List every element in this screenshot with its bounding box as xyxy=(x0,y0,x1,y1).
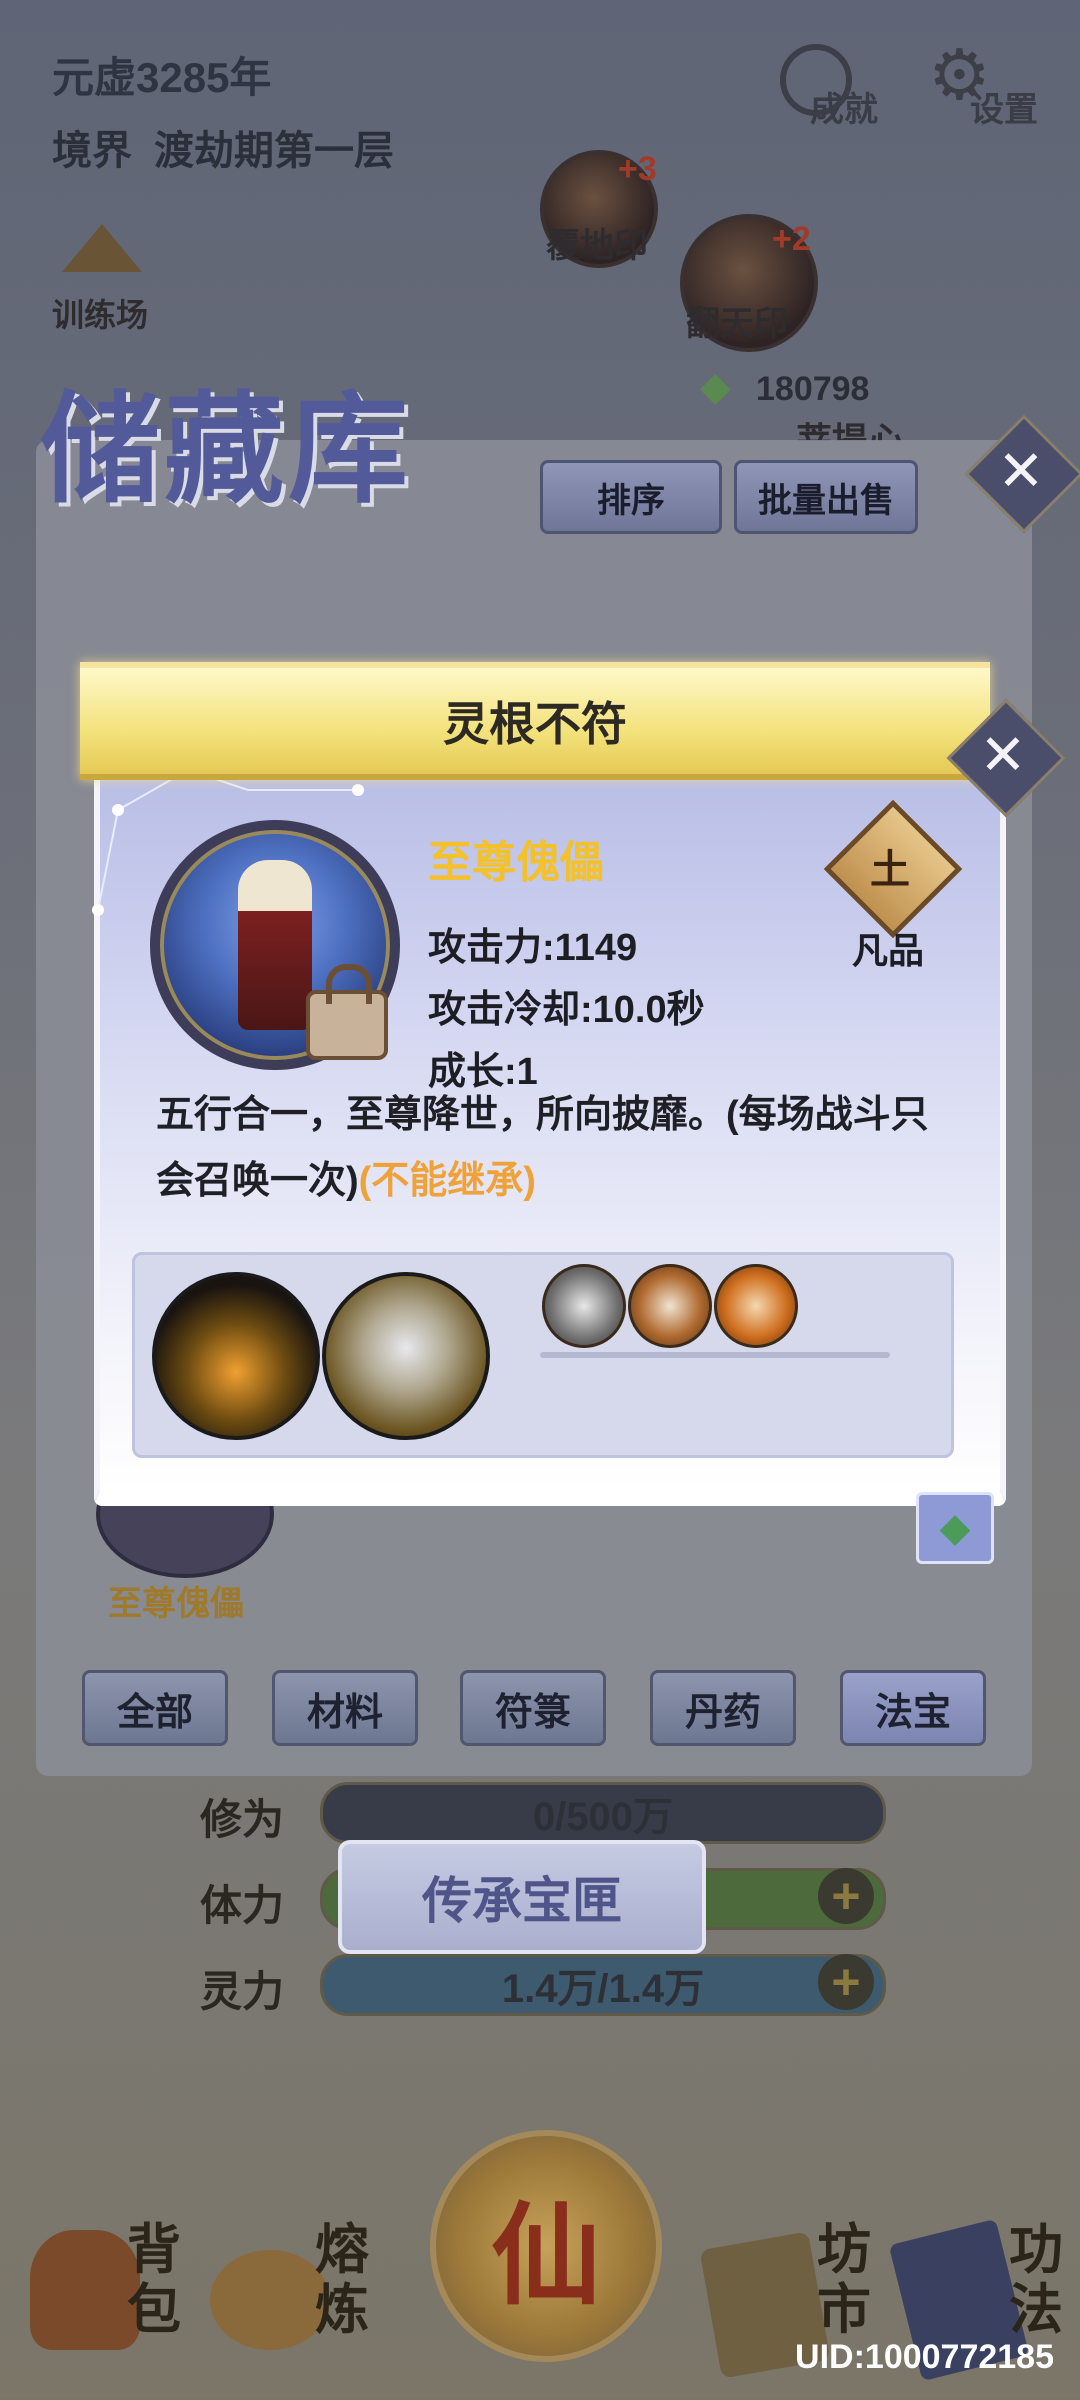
close-icon: ✕ xyxy=(997,439,1045,502)
lock-shackle xyxy=(326,964,372,1004)
achievements-button[interactable]: 成就 xyxy=(780,44,900,129)
nav-market-label: 坊市 xyxy=(817,2220,871,2340)
hat-icon xyxy=(62,224,142,272)
stat-stamina-label: 体力 xyxy=(200,1882,285,1929)
stat-spirit-bar: 1.4万/1.4万 xyxy=(320,1954,886,2016)
tab-artifacts[interactable]: 法宝 xyxy=(840,1670,986,1746)
jade-crystal-icon: ◆ xyxy=(939,1506,971,1550)
tab-all[interactable]: 全部 xyxy=(82,1670,228,1746)
bulk-sell-button[interactable]: 批量出售 xyxy=(734,460,918,534)
uid-text: UID:1000772185 xyxy=(795,2338,1054,2376)
fox-skill-icon[interactable] xyxy=(628,1264,712,1348)
arrows-skill-icon[interactable] xyxy=(714,1264,798,1348)
combo-progress-track xyxy=(540,1352,890,1358)
item-fudiyin-label: 覆地印 xyxy=(546,227,648,265)
jade-count: 180798 xyxy=(756,370,870,408)
item-cooldown: 攻击冷却:10.0秒 xyxy=(428,989,705,1031)
silhouette-portrait-icon[interactable] xyxy=(152,1272,320,1440)
inherit-box-button[interactable]: 传承宝匣 xyxy=(338,1840,706,1954)
nav-immortal[interactable]: 仙 xyxy=(430,2130,662,2362)
nav-bag-label: 背包 xyxy=(127,2220,181,2340)
puppet-mask-portrait-icon[interactable] xyxy=(322,1272,490,1440)
training-label: 训练场 xyxy=(52,297,149,333)
item-description: 五行合一，至尊降世，所向披靡。(每场战斗只会召唤一次)(不能继承) xyxy=(156,1082,936,1214)
item-attack: 攻击力:1149 xyxy=(428,927,638,969)
stat-spirit-label: 灵力 xyxy=(200,1968,285,2015)
nav-smelt-label: 熔炼 xyxy=(315,2220,369,2340)
settings-label: 设置 xyxy=(970,91,1038,129)
element-glyph: 土 xyxy=(870,846,910,893)
puppet-figure-icon xyxy=(238,860,312,1030)
tab-pills[interactable]: 丹药 xyxy=(650,1670,796,1746)
wolf-skill-icon[interactable] xyxy=(542,1264,626,1348)
nav-bag[interactable]: 背包 xyxy=(20,2190,190,2390)
realm-value: 渡劫期第一层 xyxy=(154,129,394,173)
settings-button[interactable]: ⚙ 设置 xyxy=(928,36,1058,129)
item-fudiyin-plus: +3 xyxy=(618,150,657,188)
training-button[interactable]: 训练场 xyxy=(52,224,162,334)
achievements-label: 成就 xyxy=(810,91,878,129)
item-name: 至尊傀儡 xyxy=(428,838,604,887)
stat-cultivation-label: 修为 xyxy=(200,1796,285,1843)
dialog-close-icon: ✕ xyxy=(979,723,1027,786)
warehouse-title: 储藏库 xyxy=(40,379,412,520)
tab-talismans[interactable]: 符箓 xyxy=(460,1670,606,1746)
item-description-text: 五行合一，至尊降世，所向披靡。(每场战斗只会召唤一次) xyxy=(156,1094,929,1202)
jade-button[interactable]: ◆ xyxy=(916,1492,994,1564)
item-fantianyin-plus: +2 xyxy=(772,220,811,258)
stamina-add-button[interactable]: + xyxy=(818,1868,874,1924)
jade-icon: ◆ xyxy=(700,365,731,409)
item-fantianyin-label: 翻天印 xyxy=(686,305,788,343)
spirit-add-button[interactable]: + xyxy=(818,1954,874,2010)
sort-button[interactable]: 排序 xyxy=(540,460,722,534)
dialog-title: 灵根不符 xyxy=(443,698,627,750)
item-warning: (不能继承) xyxy=(358,1160,536,1202)
warehouse-close-button[interactable]: ✕ xyxy=(964,414,1080,534)
nav-skills-label: 功法 xyxy=(1009,2220,1063,2340)
year-text: 元虚3285年 xyxy=(52,54,272,101)
unlock-icon[interactable] xyxy=(306,964,388,1060)
realm-label: 境界 xyxy=(52,129,132,173)
bg-item-label: 至尊傀儡 xyxy=(108,1585,244,1623)
tab-materials[interactable]: 材料 xyxy=(272,1670,418,1746)
item-grade: 凡品 xyxy=(852,930,925,971)
dialog-close-button[interactable]: ✕ xyxy=(946,698,1066,818)
dialog-banner: 灵根不符 xyxy=(80,662,990,780)
stat-cultivation-bar: 0/500万 xyxy=(320,1782,886,1844)
nav-smelt[interactable]: 熔炼 xyxy=(200,2190,390,2390)
